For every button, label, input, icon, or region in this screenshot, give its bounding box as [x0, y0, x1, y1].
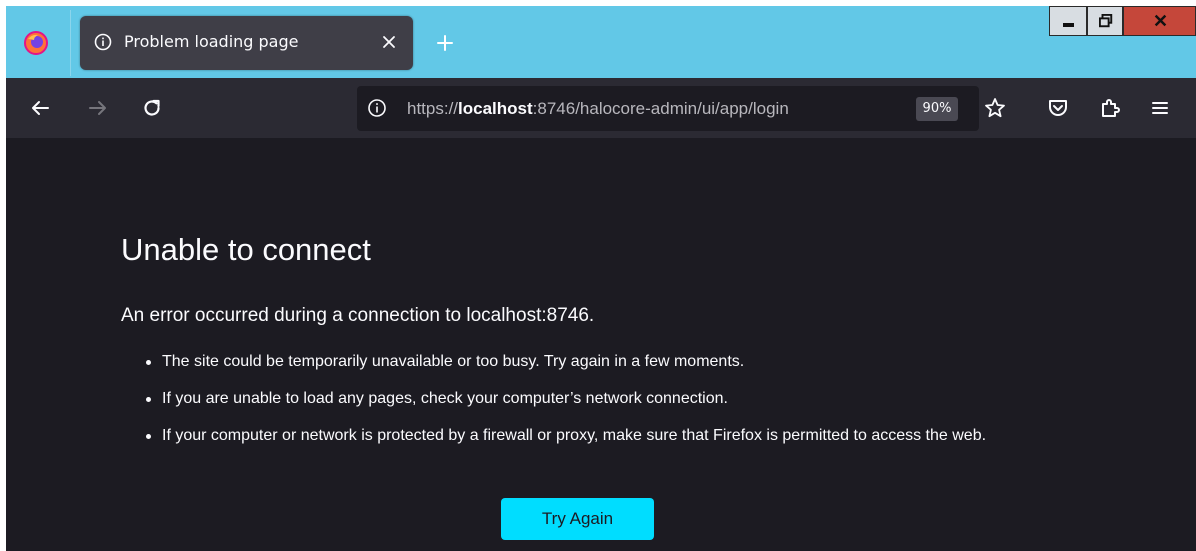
bookmark-star-icon[interactable]: [983, 96, 1007, 120]
close-tab-icon[interactable]: [380, 33, 398, 51]
new-tab-plus-icon[interactable]: [436, 34, 454, 52]
minimize-button[interactable]: [1049, 6, 1087, 36]
url-bar[interactable]: https://localhost:8746/halocore-admin/ui…: [357, 86, 1005, 131]
forward-arrow-icon[interactable]: [86, 96, 110, 120]
url-host: localhost: [458, 99, 533, 118]
error-description: An error occurred during a connection to…: [121, 305, 595, 326]
browser-window: Problem loading page https://localhost:8…: [6, 6, 1196, 551]
tab-active[interactable]: Problem loading page: [80, 16, 413, 70]
extensions-puzzle-icon[interactable]: [1098, 96, 1122, 120]
list-item: The site could be temporarily unavailabl…: [146, 349, 1176, 375]
firefox-logo-icon[interactable]: [24, 31, 48, 55]
hamburger-menu-icon[interactable]: [1148, 96, 1172, 120]
url-text[interactable]: https://localhost:8746/halocore-admin/ui…: [407, 99, 789, 119]
info-icon: [94, 33, 112, 51]
list-item: If you are unable to load any pages, che…: [146, 386, 1176, 412]
tab-separator: [70, 10, 71, 76]
list-item: If your computer or network is protected…: [146, 423, 1176, 449]
close-window-button[interactable]: [1123, 6, 1196, 36]
zoom-level-badge[interactable]: 90%: [916, 97, 958, 121]
suggestion-list: The site could be temporarily unavailabl…: [146, 349, 1176, 460]
url-scheme: https://: [407, 99, 459, 118]
minimize-icon: [1063, 23, 1074, 27]
close-icon: [1154, 14, 1167, 27]
tab-bar: Problem loading page: [6, 6, 1196, 78]
restore-icon: [1099, 14, 1113, 28]
tab-title: Problem loading page: [124, 32, 299, 51]
page-title: Unable to connect: [121, 232, 371, 267]
site-info-icon[interactable]: [367, 98, 387, 118]
navigation-toolbar: https://localhost:8746/halocore-admin/ui…: [6, 78, 1196, 138]
pocket-icon[interactable]: [1046, 96, 1070, 120]
error-page: Unable to connect An error occurred duri…: [6, 138, 1196, 551]
back-arrow-icon[interactable]: [28, 96, 52, 120]
url-path: :8746/halocore-admin/ui/app/login: [532, 99, 789, 118]
try-again-button[interactable]: Try Again: [501, 498, 654, 540]
reload-icon[interactable]: [140, 96, 164, 120]
restore-button[interactable]: [1087, 6, 1123, 36]
